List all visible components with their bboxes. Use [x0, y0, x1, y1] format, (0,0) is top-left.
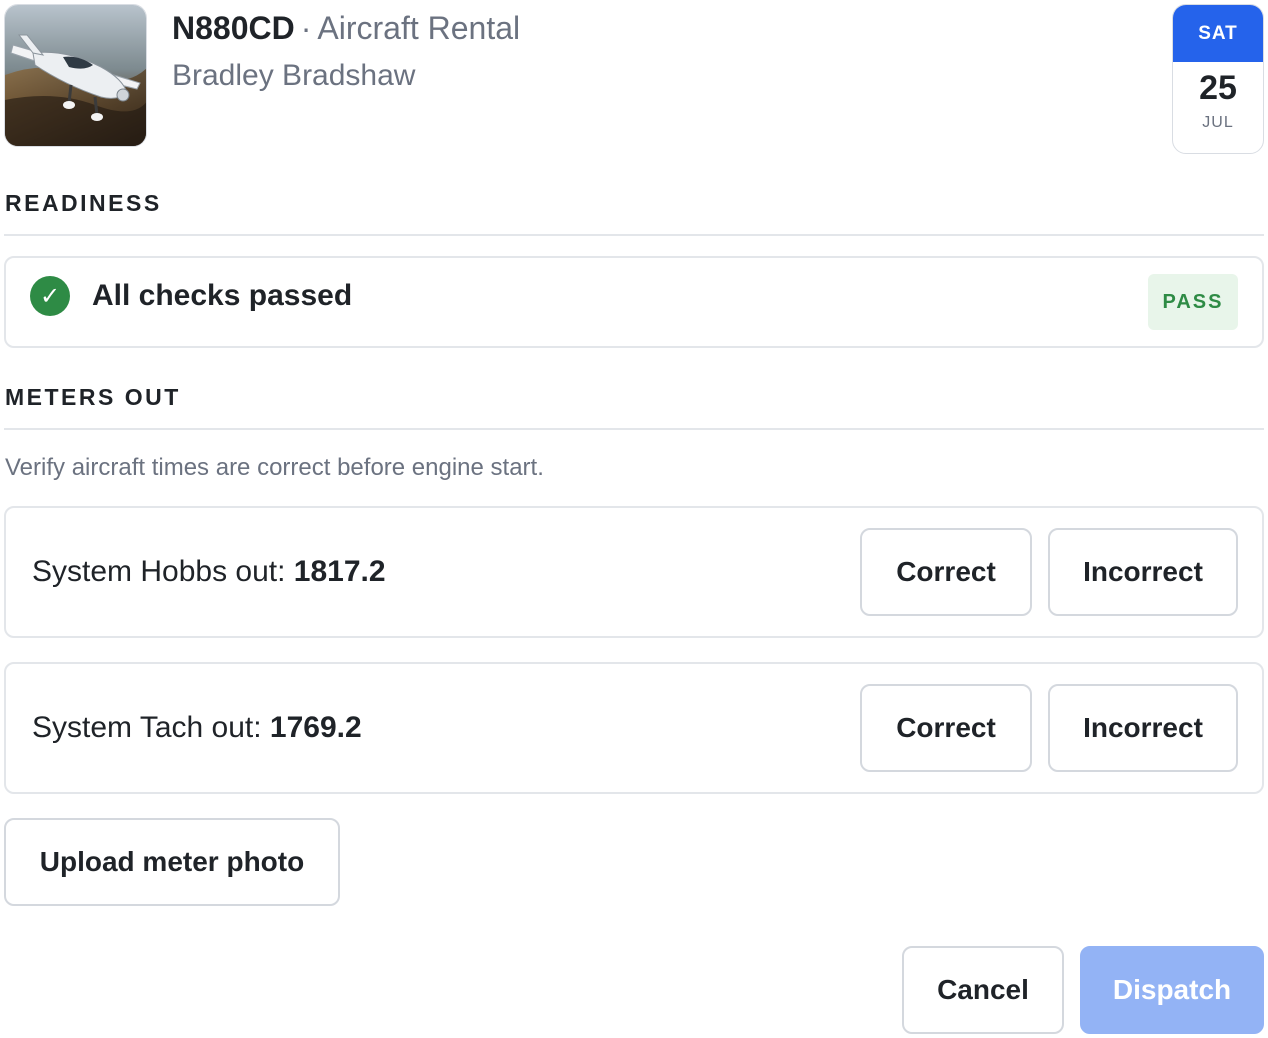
hobbs-incorrect-button[interactable]: Incorrect [1048, 528, 1238, 616]
date-day-of-week: SAT [1173, 5, 1263, 62]
tach-value: 1769.2 [269, 711, 362, 744]
hobbs-label-text: System Hobbs out: [32, 555, 294, 588]
date-month: JUL [1202, 114, 1234, 131]
meters-hint: Verify aircraft times are correct before… [5, 454, 544, 481]
readiness-card: ✓ All checks passed PASS [4, 256, 1264, 348]
dispatch-button[interactable]: Dispatch [1080, 946, 1264, 1034]
status-badge: PASS [1148, 274, 1238, 330]
tach-label-text: System Tach out: [32, 711, 270, 744]
dispatch-page: N880CD · Aircraft Rental Bradley Bradshaw … [0, 0, 1268, 1038]
hobbs-meter-card: System Hobbs out: 1817.2 Correct Incorre… [4, 506, 1264, 638]
customer-name: Bradley Bradshaw [172, 59, 416, 92]
readiness-heading: READINESS [5, 190, 162, 216]
hobbs-correct-button[interactable]: Correct [860, 528, 1032, 616]
aircraft-photo [4, 4, 147, 147]
meters-divider [4, 428, 1264, 430]
title-separator: · [300, 10, 312, 46]
cancel-button[interactable]: Cancel [902, 946, 1064, 1034]
readiness-divider [4, 234, 1264, 236]
date-day: 25 [1199, 69, 1237, 107]
aircraft-photo-image [5, 5, 146, 146]
meters-heading: METERS OUT [5, 384, 181, 410]
tach-incorrect-button[interactable]: Incorrect [1048, 684, 1238, 772]
hobbs-value: 1817.2 [293, 555, 386, 588]
reservation-type: Aircraft Rental [317, 10, 521, 46]
readiness-status: All checks passed [92, 279, 353, 312]
tach-meter-card: System Tach out: 1769.2 Correct Incorrec… [4, 662, 1264, 794]
date-card: SAT 25 JUL [1172, 4, 1264, 154]
hobbs-meter-label: System Hobbs out: 1817.2 [32, 552, 386, 592]
page-title: N880CD · Aircraft Rental [172, 8, 520, 48]
upload-meter-photo-button[interactable]: Upload meter photo [4, 818, 340, 906]
tail-number: N880CD [172, 10, 295, 46]
tach-meter-label: System Tach out: 1769.2 [32, 708, 362, 748]
tach-correct-button[interactable]: Correct [860, 684, 1032, 772]
check-circle-icon: ✓ [30, 276, 70, 316]
